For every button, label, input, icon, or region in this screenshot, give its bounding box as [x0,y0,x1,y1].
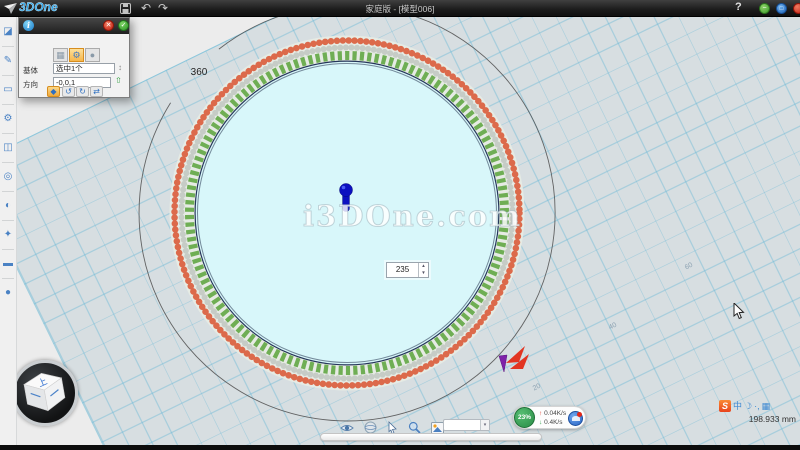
base-field[interactable]: 选中1个 [53,63,115,74]
base-label: 基体 [23,65,38,76]
view-navigation-ball[interactable]: 上 [12,360,78,426]
window-title: 家庭版 - [模型006] [0,3,800,15]
sogou-logo-icon[interactable]: S [719,400,731,412]
spinner-value[interactable]: 235 [387,263,418,277]
value-spinner[interactable]: 235 ▲ ▼ [386,262,429,278]
network-speed-widget[interactable]: 23% ↑ 0.04K/s ↓ 0.4K/s [513,406,586,429]
memory-percent-ball[interactable]: 23% [514,407,535,428]
download-arrow-icon: ↓ [539,419,542,426]
center-pin-head[interactable] [340,184,353,197]
dialog-cancel-button[interactable]: ✕ [103,20,114,31]
collapse-icon[interactable]: ↕ [118,63,122,72]
network-speed-text: ↑ 0.04K/s ↓ 0.4K/s [539,410,566,427]
plane-bar-icon[interactable]: ▬ [0,254,16,276]
image-tool-icon[interactable]: ◪ [0,22,16,44]
dialog-confirm-button[interactable]: ✓ [118,20,129,31]
maximize-button[interactable]: □ [776,3,787,14]
navigation-cube[interactable]: 上 [10,359,80,429]
spinner-down-icon[interactable]: ▼ [419,270,428,277]
booster-ball-icon[interactable] [568,411,583,426]
side-toolbar: ◪ ✎ ▭ ⚙ ◫ ◎ ◐ ✦ ▬ ● [0,17,17,445]
info-icon: i [23,20,34,31]
horizontal-scrollbar[interactable] [320,433,542,441]
cursor-position-readout: 198.933 mm [676,414,796,424]
spinner-up-icon[interactable]: ▲ [419,263,428,270]
spinner-buttons[interactable]: ▲ ▼ [418,263,428,277]
apply-direction-icon[interactable]: ⇧ [115,76,122,85]
rotate-ccw-icon[interactable]: ↺ [62,86,75,97]
watermark: i3DOne.com [303,199,533,233]
tab-option-1[interactable]: ▦ [53,48,68,62]
download-speed: 0.4K/s [544,419,562,426]
mode-fillet-icon[interactable]: ◆ [47,86,60,97]
view-combobox[interactable]: ▾ [443,419,490,431]
direction-label: 方向 [23,79,38,90]
upload-arrow-icon: ↑ [539,410,542,417]
ime-fullwidth-moon-icon[interactable]: ☽ [744,400,752,412]
help-button[interactable]: ? [735,1,742,13]
tab-option-2[interactable]: ⚙ [69,48,84,62]
combo-dropdown-icon[interactable]: ▾ [480,420,489,430]
shade-mode-icon[interactable]: ◐ [0,196,16,218]
settings-gear-icon[interactable]: ⚙ [0,109,16,131]
angle-cone-handle[interactable] [499,355,507,372]
pin-highlight [342,186,346,190]
ime-keyboard-icon[interactable]: ▦ [762,400,771,412]
ime-lang-mode-icon[interactable]: 中 [733,400,742,412]
mouse-pointer-icon [733,303,745,325]
sphere-tool-icon[interactable]: ● [0,283,16,305]
taskbar-edge [0,445,800,450]
rotate-cw-icon[interactable]: ↻ [76,86,89,97]
spark-icon[interactable]: ✦ [0,225,16,247]
upload-speed: 0.04K/s [544,410,566,417]
title-bar: 3DOne ↶ ↷ 家庭版 - [模型006] ? − □ [0,0,800,17]
ime-punctuation-icon[interactable]: ·, [754,400,760,412]
display-panel-icon[interactable]: ▭ [0,80,16,102]
swap-direction-icon[interactable]: ⇄ [90,86,103,97]
target-icon[interactable]: ◎ [0,167,16,189]
dialog-header[interactable]: i ✕ ✓ [19,18,129,34]
ime-status-bar[interactable]: S 中 ☽ ·, ▦ [719,399,770,412]
minimize-button[interactable]: − [759,3,770,14]
operation-dialog: i ✕ ✓ ▦ ⚙ ● 基体 选中1个 ↕ 方向 -0,0,1 ⇧ ◆ ↺ ↻ … [18,17,130,98]
dimension-label: 360 [179,67,219,78]
close-button[interactable] [793,3,800,14]
tab-option-3[interactable]: ● [85,48,100,62]
combo-value[interactable] [444,420,480,430]
sketch-pencil-icon[interactable]: ✎ [0,51,16,73]
viewport-canvas[interactable]: 360 20 40 60 i3DOne.com 235 ▲ ▼ ▾ [17,17,800,445]
solid-box-icon[interactable]: ◫ [0,138,16,160]
